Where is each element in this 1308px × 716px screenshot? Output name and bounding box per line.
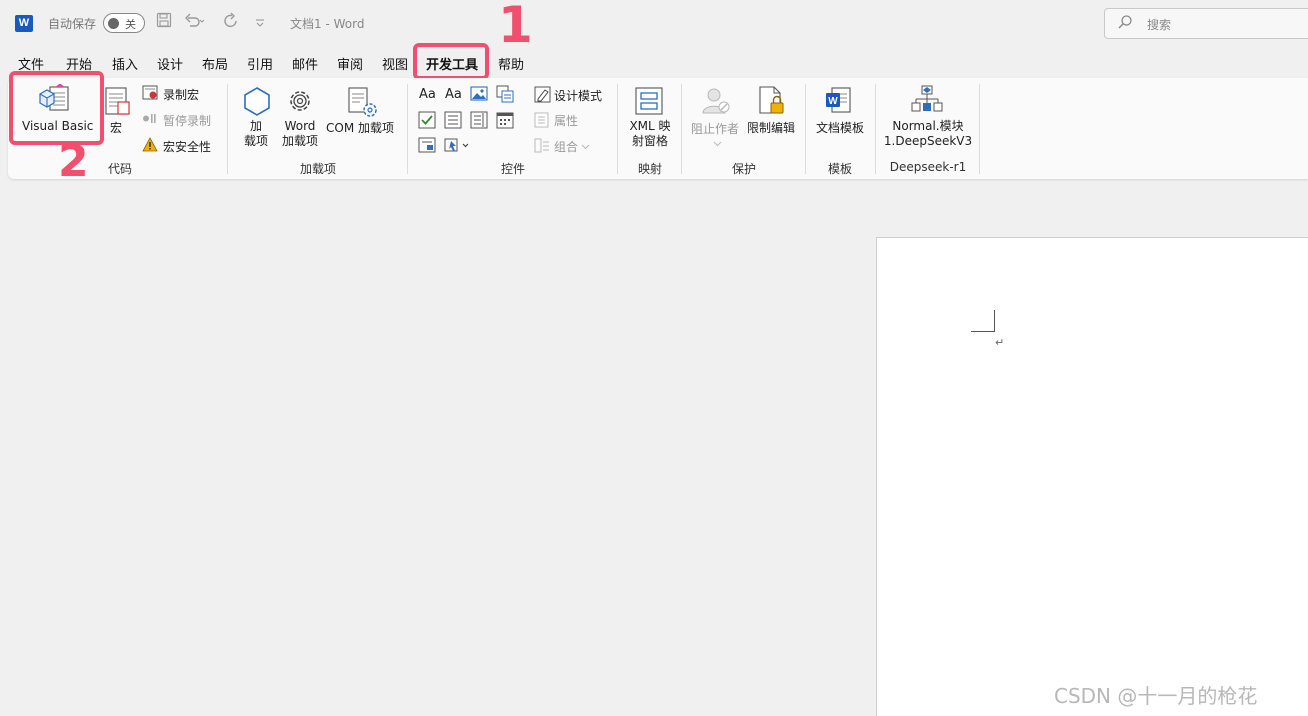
undo-icon[interactable] <box>184 12 206 32</box>
block-authors-label: 阻止作者 <box>691 122 740 136</box>
group-divider <box>407 84 408 174</box>
macros-icon <box>102 86 132 121</box>
block-authors-chevron-down-icon <box>713 137 722 151</box>
macro-security-label[interactable]: 宏安全性 <box>163 138 211 155</box>
group-protect-label: 保护 <box>731 162 756 176</box>
dropdown-list-control-icon[interactable] <box>470 111 488 132</box>
margin-corner-mark <box>971 310 995 332</box>
deepseek-macro-label-line2[interactable]: 1.DeepSeekV3 <box>880 134 976 149</box>
group-divider <box>875 84 876 174</box>
combo-box-control-icon[interactable] <box>444 111 462 132</box>
deepseek-macro-label-line1[interactable]: Normal.模块 <box>880 119 976 134</box>
document-title: 文档1 - Word <box>290 17 365 31</box>
svg-text:W: W <box>828 96 838 107</box>
tab-layout[interactable]: 布局 <box>202 54 228 73</box>
group-divider <box>979 84 980 174</box>
date-picker-control-icon[interactable] <box>496 111 514 132</box>
record-macro-label[interactable]: 录制宏 <box>163 86 199 103</box>
group-code-label: 代码 <box>107 162 132 176</box>
group-divider <box>681 84 682 174</box>
group-dropdown-chevron-down-icon <box>581 140 590 154</box>
tab-review[interactable]: 审阅 <box>337 54 363 73</box>
xml-mapping-pane-icon <box>634 86 664 119</box>
group-deepseek-label: Deepseek-r1 <box>889 160 967 174</box>
group-divider <box>805 84 806 174</box>
com-add-ins-icon <box>346 86 378 121</box>
building-block-control-icon[interactable] <box>496 85 514 106</box>
checkbox-control-icon[interactable] <box>418 111 436 132</box>
word-logo-icon: W <box>15 15 33 32</box>
tab-references[interactable]: 引用 <box>247 54 273 73</box>
rich-text-control-icon[interactable]: Aa <box>419 87 436 102</box>
group-templates-label: 模板 <box>827 162 852 176</box>
deepseek-macro-icon <box>911 85 943 118</box>
autosave-state: 关 <box>125 18 136 31</box>
word-add-ins-label-line1[interactable]: Word <box>278 119 322 134</box>
legacy-tools-icon[interactable] <box>444 137 470 156</box>
word-add-ins-label-line2[interactable]: 加载项 <box>278 134 322 149</box>
properties-icon <box>534 112 549 131</box>
document-template-icon: W <box>824 86 854 119</box>
pause-recording-icon <box>142 112 156 128</box>
macros-label[interactable]: 宏 <box>110 119 122 136</box>
ribbon-panel: Visual Basic 宏 录制宏 暂停录制 宏安全性 代码 加 载项 Wor… <box>8 78 1308 179</box>
developer-tab-highlight <box>413 43 489 80</box>
search-placeholder: 搜索 <box>1147 18 1172 32</box>
tab-insert[interactable]: 插入 <box>112 54 138 73</box>
paragraph-mark: ↵ <box>995 336 1005 349</box>
xml-mapping-label-line1[interactable]: XML 映 <box>620 119 680 134</box>
ribbon-tabs: 文件 开始 插入 设计 布局 引用 邮件 审阅 视图 开发工具 帮助 <box>0 46 1308 78</box>
xml-mapping-label-line2[interactable]: 射窗格 <box>620 134 680 149</box>
group-divider <box>227 84 228 174</box>
add-ins-label-line2[interactable]: 载项 <box>239 134 273 149</box>
toggle-knob <box>108 18 119 29</box>
com-add-ins-label[interactable]: COM 加载项 <box>326 119 394 136</box>
save-icon[interactable] <box>156 12 172 32</box>
tab-view[interactable]: 视图 <box>382 54 408 73</box>
block-authors-icon <box>701 86 731 119</box>
warning-icon <box>142 137 158 155</box>
restrict-editing-lock-icon <box>757 85 787 120</box>
title-bar: W 自动保存 关 文档1 - Word 搜索 <box>0 0 1308 46</box>
autosave-toggle[interactable]: 关 <box>103 13 145 33</box>
customize-toolbar-icon[interactable] <box>254 14 266 33</box>
group-divider <box>617 84 618 174</box>
group-icon <box>534 138 550 156</box>
properties-label: 属性 <box>554 114 579 128</box>
document-template-label[interactable]: 文档模板 <box>816 119 864 136</box>
word-add-ins-gear-icon <box>285 86 315 119</box>
redo-icon[interactable] <box>222 12 240 34</box>
group-mapping-label: 映射 <box>637 162 662 176</box>
watermark-text: CSDN @十一月的枪花 <box>1054 684 1258 708</box>
group-controls-label: 控件 <box>500 162 525 176</box>
search-box[interactable]: 搜索 <box>1104 8 1308 39</box>
design-mode-icon <box>534 86 552 106</box>
repeating-section-control-icon[interactable] <box>418 137 436 156</box>
design-mode-label[interactable]: 设计模式 <box>554 87 602 104</box>
autosave-label: 自动保存 <box>48 17 97 31</box>
tab-help[interactable]: 帮助 <box>498 54 524 73</box>
pause-recording-label: 暂停录制 <box>163 114 212 128</box>
document-page[interactable]: ↵ <box>876 237 1308 716</box>
annotation-step-1: 1 <box>498 0 533 54</box>
plain-text-control-icon[interactable]: Aa <box>445 87 462 102</box>
add-ins-icon <box>242 86 272 119</box>
add-ins-label-line1[interactable]: 加 <box>239 119 273 134</box>
group-addins-label: 加载项 <box>299 162 336 176</box>
picture-control-icon[interactable] <box>470 86 488 105</box>
group-label: 组合 <box>554 140 579 154</box>
annotation-step-2: 2 <box>58 136 89 187</box>
search-icon <box>1117 14 1133 34</box>
visual-basic-highlight <box>9 71 104 145</box>
record-macro-icon <box>142 85 159 104</box>
restrict-editing-label[interactable]: 限制编辑 <box>747 119 795 136</box>
tab-mailings[interactable]: 邮件 <box>292 54 318 73</box>
tab-design[interactable]: 设计 <box>157 54 183 73</box>
